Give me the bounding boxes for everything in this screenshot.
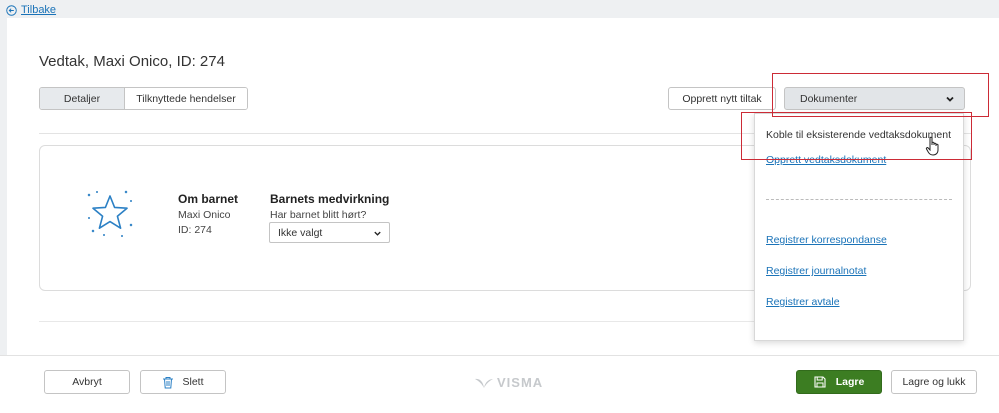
divider <box>39 321 759 322</box>
save-button-label: Lagre <box>835 376 865 388</box>
heard-select[interactable]: Ikke valgt <box>269 222 390 243</box>
save-and-close-button[interactable]: Lagre og lukk <box>891 370 977 394</box>
save-button[interactable]: Lagre <box>796 370 882 394</box>
visma-logo-text: VISMA <box>497 375 544 390</box>
floppy-disk-icon <box>814 376 826 388</box>
child-name: Maxi Onico <box>178 209 231 221</box>
back-link[interactable]: Tilbake <box>6 4 56 16</box>
trash-icon <box>163 376 174 388</box>
highlight-box <box>772 73 989 117</box>
tab-details[interactable]: Detaljer <box>40 88 125 109</box>
menu-item-register-correspondence[interactable]: Registrer korrespondanse <box>766 234 887 246</box>
star-sparkle-icon <box>87 190 133 237</box>
heard-select-value: Ikke valgt <box>278 226 323 239</box>
delete-button[interactable]: Slett <box>140 370 226 394</box>
participation-question: Har barnet blitt hørt? <box>270 209 367 221</box>
page-title: Vedtak, Maxi Onico, ID: 274 <box>39 53 225 70</box>
menu-separator <box>766 199 952 200</box>
top-bar: Tilbake <box>0 0 999 18</box>
tab-linked-events[interactable]: Tilknyttede hendelser <box>125 88 247 109</box>
hand-pointer-icon <box>925 136 939 156</box>
delete-button-label: Slett <box>182 376 204 388</box>
visma-logo-mark-icon <box>475 378 493 388</box>
child-section-title: Om barnet <box>178 192 239 206</box>
visma-logo: VISMA <box>474 375 543 390</box>
cancel-button[interactable]: Avbryt <box>44 370 130 394</box>
back-link-label: Tilbake <box>21 4 57 16</box>
chevron-down-icon <box>374 231 381 236</box>
create-new-action-button[interactable]: Opprett nytt tiltak <box>668 87 776 110</box>
arrow-left-circle-icon <box>6 4 17 16</box>
participation-title: Barnets medvirkning <box>270 192 390 206</box>
menu-item-register-journal-note[interactable]: Registrer journalnotat <box>766 265 866 277</box>
child-id: ID: 274 <box>178 224 212 236</box>
menu-item-register-agreement[interactable]: Registrer avtale <box>766 296 840 308</box>
view-tabs: Detaljer Tilknyttede hendelser <box>39 87 248 110</box>
